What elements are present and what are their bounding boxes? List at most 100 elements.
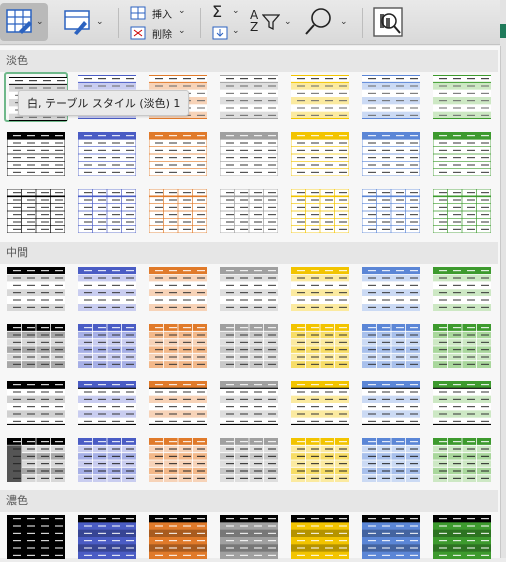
table-style-light-13-lightblue[interactable]	[359, 129, 423, 179]
table-style-thumbnail	[433, 132, 491, 176]
table-style-light-12-yellow[interactable]	[288, 129, 352, 179]
table-style-thumbnail	[362, 75, 420, 119]
table-style-dark-7-green[interactable]	[430, 512, 494, 562]
autosum-button[interactable]: Σ ⌄	[208, 2, 242, 22]
table-style-light-8-black[interactable]	[4, 129, 68, 179]
table-style-medium-12-yellow[interactable]	[288, 321, 352, 371]
table-style-medium-24-orange[interactable]	[146, 435, 210, 485]
insert-cells-icon	[130, 6, 146, 20]
table-style-thumbnail	[149, 515, 207, 559]
table-style-medium-17-orange[interactable]	[146, 378, 210, 428]
sort-filter-button[interactable]: AZ ⌄	[246, 3, 296, 41]
sort-az-icon: AZ	[250, 8, 259, 34]
table-style-thumbnail	[362, 438, 420, 482]
sensitivity-button[interactable]	[368, 3, 408, 41]
table-style-medium-13-lightblue[interactable]	[359, 321, 423, 371]
table-style-dark-4-gray[interactable]	[217, 512, 281, 562]
table-style-light-5-yellow[interactable]	[288, 72, 352, 122]
table-style-thumbnail	[149, 381, 207, 425]
fill-button[interactable]: ⌄	[208, 24, 242, 42]
table-style-thumbnail	[362, 132, 420, 176]
table-style-light-17-orange[interactable]	[146, 186, 210, 236]
chevron-down-icon: ⌄	[232, 6, 240, 16]
table-style-thumbnail	[291, 189, 349, 233]
table-style-light-11-gray[interactable]	[217, 129, 281, 179]
table-style-thumbnail	[433, 267, 491, 311]
table-style-thumbnail	[7, 381, 65, 425]
table-style-medium-11-gray[interactable]	[217, 321, 281, 371]
table-style-thumbnail	[149, 132, 207, 176]
table-style-dark-6-lightblue[interactable]	[359, 512, 423, 562]
table-style-medium-16-blue[interactable]	[75, 378, 139, 428]
table-style-light-4-gray[interactable]	[217, 72, 281, 122]
table-style-light-15-black[interactable]	[4, 186, 68, 236]
table-style-light-18-gray[interactable]	[217, 186, 281, 236]
table-style-light-9-blue[interactable]	[75, 129, 139, 179]
table-style-medium-4-gray[interactable]	[217, 264, 281, 314]
table-style-medium-10-orange[interactable]	[146, 321, 210, 371]
insert-label: 挿入	[152, 10, 172, 21]
table-style-light-6-lightblue[interactable]	[359, 72, 423, 122]
table-style-thumbnail	[78, 381, 136, 425]
table-style-thumbnail	[78, 132, 136, 176]
table-style-medium-1-black[interactable]	[4, 264, 68, 314]
table-style-medium-2-blue[interactable]	[75, 264, 139, 314]
table-style-medium-21-green[interactable]	[430, 378, 494, 428]
table-style-medium-22-black[interactable]	[4, 435, 68, 485]
table-style-medium-9-blue[interactable]	[75, 321, 139, 371]
table-style-thumbnail	[362, 515, 420, 559]
table-style-thumbnail	[362, 189, 420, 233]
delete-label: 削除	[152, 30, 172, 41]
table-style-thumbnail	[220, 515, 278, 559]
table-style-medium-19-yellow[interactable]	[288, 378, 352, 428]
table-style-light-7-green[interactable]	[430, 72, 494, 122]
table-style-medium-27-lightblue[interactable]	[359, 435, 423, 485]
table-style-thumbnail	[149, 324, 207, 368]
table-style-thumbnail	[78, 515, 136, 559]
table-style-dark-5-yellow[interactable]	[288, 512, 352, 562]
format-as-table-button[interactable]: ⌄	[0, 3, 48, 41]
sort-filter-icon	[262, 14, 280, 31]
table-style-medium-14-green[interactable]	[430, 321, 494, 371]
table-style-light-19-yellow[interactable]	[288, 186, 352, 236]
medium-styles-grid	[0, 264, 500, 492]
table-style-thumbnail	[78, 267, 136, 311]
table-style-medium-7-green[interactable]	[430, 264, 494, 314]
table-style-medium-20-lightblue[interactable]	[359, 378, 423, 428]
table-style-medium-3-orange[interactable]	[146, 264, 210, 314]
cell-styles-button[interactable]: ⌄	[60, 3, 108, 41]
delete-cells-button[interactable]: 削除 ⌄	[126, 24, 188, 42]
table-style-thumbnail	[291, 75, 349, 119]
table-style-medium-18-gray[interactable]	[217, 378, 281, 428]
table-style-medium-6-lightblue[interactable]	[359, 264, 423, 314]
find-select-button[interactable]: ⌄	[302, 3, 350, 41]
chevron-down-icon: ⌄	[340, 17, 348, 27]
table-style-light-21-green[interactable]	[430, 186, 494, 236]
table-style-medium-15-black[interactable]	[4, 378, 68, 428]
table-style-thumbnail	[433, 324, 491, 368]
section-header-medium: 中間	[0, 242, 498, 264]
table-style-light-10-orange[interactable]	[146, 129, 210, 179]
dark-styles-grid	[0, 512, 500, 562]
table-style-thumbnail	[7, 515, 65, 559]
format-as-table-icon	[6, 9, 32, 34]
table-style-gallery: 淡色 中間 濃色	[0, 46, 501, 559]
chevron-down-icon: ⌄	[178, 6, 186, 16]
table-style-medium-25-gray[interactable]	[217, 435, 281, 485]
table-style-thumbnail	[291, 267, 349, 311]
table-style-medium-28-green[interactable]	[430, 435, 494, 485]
table-style-light-14-green[interactable]	[430, 129, 494, 179]
table-style-medium-8-black[interactable]	[4, 321, 68, 371]
table-style-light-20-lightblue[interactable]	[359, 186, 423, 236]
table-style-medium-26-yellow[interactable]	[288, 435, 352, 485]
table-style-thumbnail	[291, 438, 349, 482]
table-style-medium-5-yellow[interactable]	[288, 264, 352, 314]
table-style-dark-1-black[interactable]	[4, 512, 68, 562]
table-style-light-16-blue[interactable]	[75, 186, 139, 236]
insert-cells-button[interactable]: 挿入 ⌄	[126, 4, 188, 22]
table-style-thumbnail	[362, 267, 420, 311]
table-style-thumbnail	[78, 324, 136, 368]
table-style-dark-3-orange[interactable]	[146, 512, 210, 562]
table-style-medium-23-blue[interactable]	[75, 435, 139, 485]
table-style-dark-2-blue[interactable]	[75, 512, 139, 562]
